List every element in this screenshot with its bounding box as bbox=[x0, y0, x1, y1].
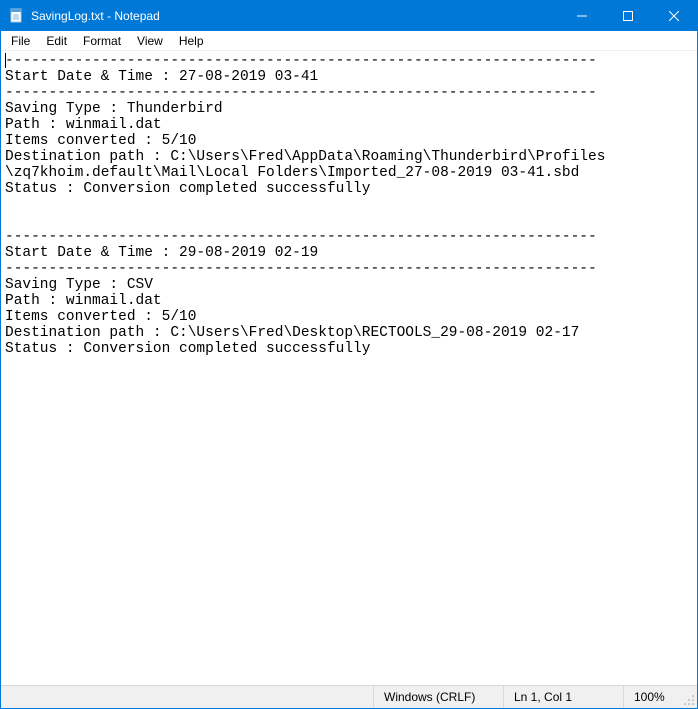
text-content: ----------------------------------------… bbox=[5, 53, 605, 357]
menu-help[interactable]: Help bbox=[171, 33, 212, 49]
resize-grip-icon[interactable] bbox=[679, 686, 697, 708]
menu-format[interactable]: Format bbox=[75, 33, 129, 49]
text-caret bbox=[5, 53, 6, 68]
notepad-icon bbox=[9, 8, 25, 24]
statusbar: Windows (CRLF) Ln 1, Col 1 100% bbox=[1, 685, 697, 708]
maximize-button[interactable] bbox=[605, 1, 651, 31]
status-encoding: Windows (CRLF) bbox=[374, 686, 504, 708]
text-area[interactable]: ----------------------------------------… bbox=[1, 51, 697, 685]
minimize-button[interactable] bbox=[559, 1, 605, 31]
status-position: Ln 1, Col 1 bbox=[504, 686, 624, 708]
window-controls bbox=[559, 1, 697, 31]
status-zoom: 100% bbox=[624, 686, 679, 708]
menu-view[interactable]: View bbox=[129, 33, 171, 49]
close-button[interactable] bbox=[651, 1, 697, 31]
window-title: SavingLog.txt - Notepad bbox=[31, 9, 559, 23]
titlebar[interactable]: SavingLog.txt - Notepad bbox=[1, 1, 697, 31]
menubar: File Edit Format View Help bbox=[1, 31, 697, 51]
statusbar-spacer bbox=[1, 686, 374, 708]
notepad-window: SavingLog.txt - Notepad File Edit Format… bbox=[0, 0, 698, 709]
menu-edit[interactable]: Edit bbox=[38, 33, 75, 49]
menu-file[interactable]: File bbox=[3, 33, 38, 49]
